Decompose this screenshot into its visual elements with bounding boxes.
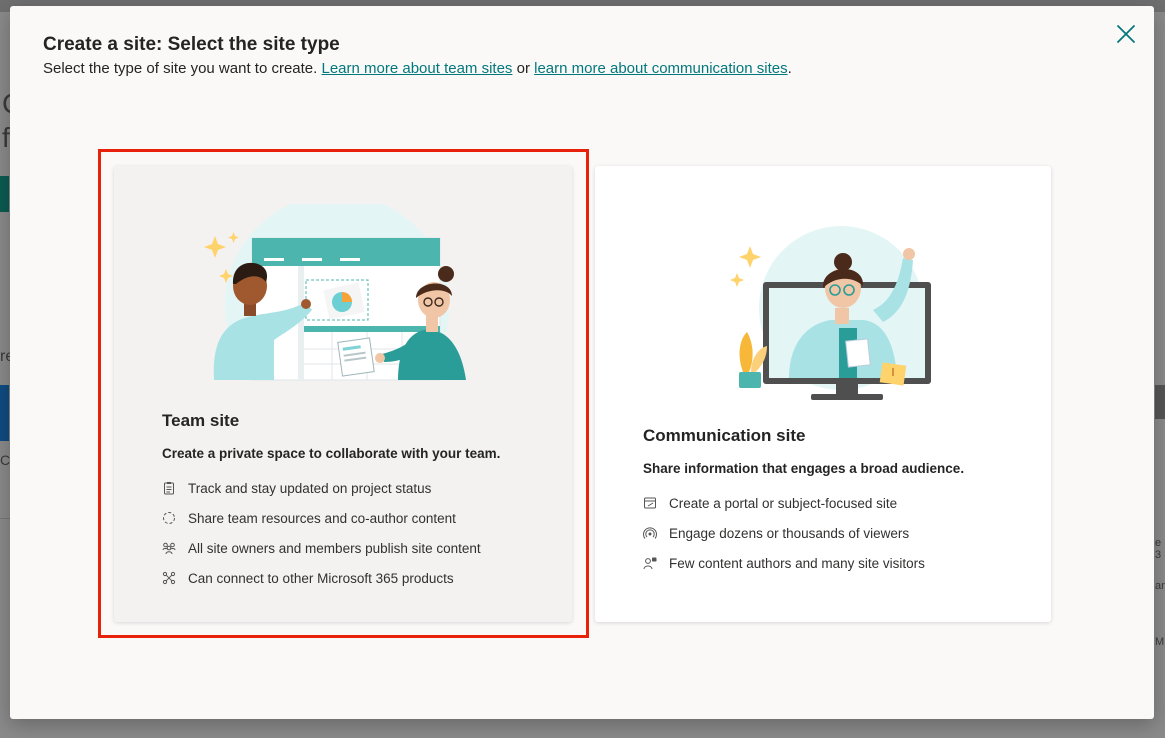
background-text: an: [1155, 580, 1165, 592]
learn-more-team-sites-link[interactable]: Learn more about team sites: [322, 60, 513, 77]
team-site-title: Team site: [162, 411, 240, 430]
communication-site-title: Communication site: [643, 426, 806, 445]
list-item: Track and stay updated on project status: [162, 473, 481, 503]
communication-site-illustration: [730, 226, 931, 400]
feature-label: Share team resources and co-author conte…: [188, 510, 456, 526]
communication-site-description: Share information that engages a broad a…: [643, 461, 965, 476]
broadcast-icon: [643, 526, 657, 540]
team-site-features: Track and stay updated on project status…: [162, 473, 481, 593]
communication-site-features: Create a portal or subject-focused site …: [643, 488, 925, 578]
background-panel: [0, 385, 9, 441]
background-button: [0, 176, 9, 212]
background-text: f: [2, 122, 10, 153]
subtitle-suffix: .: [787, 60, 792, 77]
background-panel: [1155, 385, 1165, 419]
create-site-dialog: Create a site: Select the site type Sele…: [10, 6, 1154, 719]
feature-label: Can connect to other Microsoft 365 produ…: [188, 570, 454, 586]
subtitle-or: or: [512, 60, 535, 77]
team-site-card[interactable]: Team site Create a private space to coll…: [114, 166, 572, 622]
background-text: M: [1155, 636, 1165, 648]
dialog-subtitle: Select the type of site you want to crea…: [43, 60, 792, 77]
communication-site-card[interactable]: Communication site Share information tha…: [595, 166, 1051, 622]
background-text: e 3: [1155, 537, 1162, 561]
notepad-edit-icon: [643, 496, 657, 510]
close-icon: [1117, 25, 1135, 43]
feature-label: All site owners and members publish site…: [188, 540, 481, 556]
team-site-illustration: [204, 204, 466, 381]
feature-label: Create a portal or subject-focused site: [669, 495, 898, 511]
feature-label: Few content authors and many site visito…: [669, 555, 925, 571]
list-item: Create a portal or subject-focused site: [643, 488, 925, 518]
person-feedback-icon: [643, 556, 657, 570]
people-team-icon: [162, 541, 176, 555]
list-item: Few content authors and many site visito…: [643, 548, 925, 578]
background-divider: [0, 518, 10, 519]
close-button[interactable]: [1114, 22, 1138, 46]
team-site-description: Create a private space to collaborate wi…: [162, 446, 501, 461]
clipboard-list-icon: [162, 481, 176, 495]
sync-circle-icon: [162, 511, 176, 525]
list-item: Share team resources and co-author conte…: [162, 503, 481, 533]
learn-more-communication-sites-link[interactable]: learn more about communication sites: [534, 60, 787, 77]
list-item: Engage dozens or thousands of viewers: [643, 518, 925, 548]
feature-label: Engage dozens or thousands of viewers: [669, 525, 910, 541]
dialog-title: Create a site: Select the site type: [43, 34, 340, 55]
list-item: All site owners and members publish site…: [162, 533, 481, 563]
feature-label: Track and stay updated on project status: [188, 480, 432, 496]
connector-icon: [162, 571, 176, 585]
subtitle-prefix: Select the type of site you want to crea…: [43, 60, 322, 77]
list-item: Can connect to other Microsoft 365 produ…: [162, 563, 481, 593]
